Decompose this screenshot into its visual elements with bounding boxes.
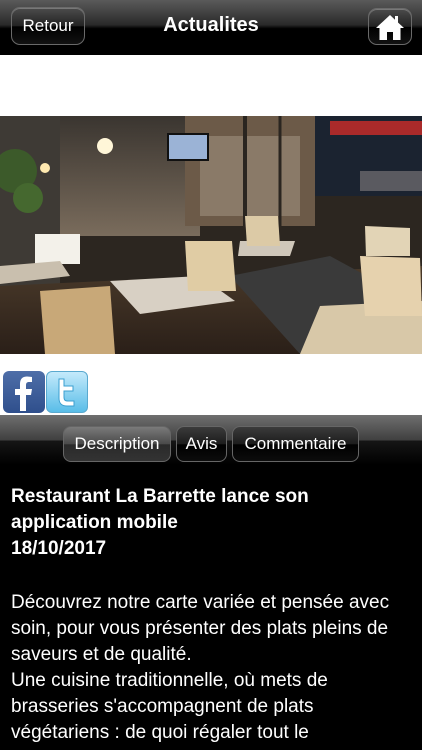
- page-title: Actualites: [163, 14, 259, 36]
- twitter-icon: [58, 378, 75, 407]
- segmented-tab-bar: Description Avis Commentaire: [0, 415, 422, 465]
- home-icon: [376, 15, 404, 40]
- twitter-share-button[interactable]: [46, 371, 88, 413]
- back-button[interactable]: Retour: [11, 7, 85, 45]
- top-navigation-bar: Retour Actualites: [0, 0, 422, 55]
- tab-avis[interactable]: Avis: [176, 426, 227, 462]
- restaurant-photo: [0, 116, 422, 354]
- facebook-share-button[interactable]: [3, 371, 45, 413]
- article-paragraph: Découvrez notre carte variée et pensée a…: [11, 592, 390, 665]
- article-title: Restaurant La Barrette lance son applica…: [11, 486, 309, 533]
- article-date: 18/10/2017: [11, 538, 107, 559]
- article-body: Découvrez notre carte variée et pensée a…: [11, 590, 416, 746]
- article-paragraph: Une cuisine traditionnelle, où mets de b…: [11, 670, 328, 743]
- home-button[interactable]: [368, 8, 412, 45]
- facebook-icon: [15, 376, 32, 411]
- tab-commentaire[interactable]: Commentaire: [232, 426, 359, 462]
- tab-description[interactable]: Description: [63, 426, 171, 462]
